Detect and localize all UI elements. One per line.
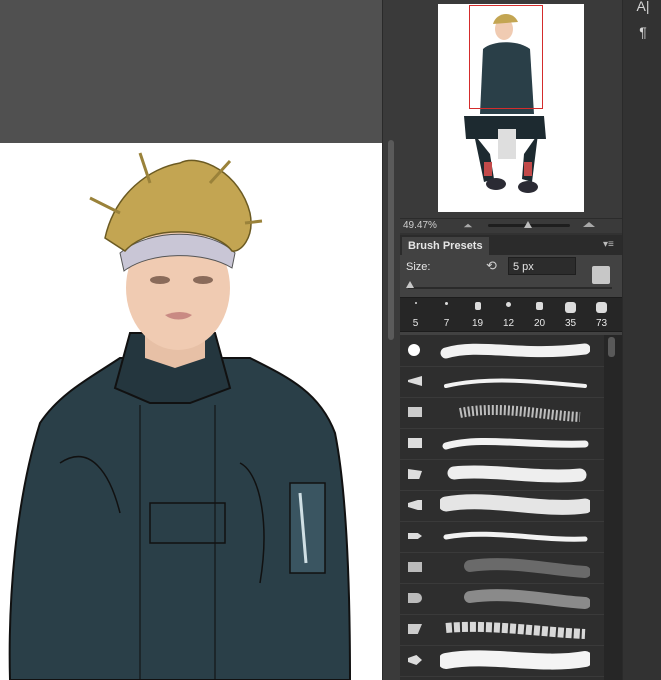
canvas-scrollbar[interactable] — [382, 0, 401, 680]
stroke-preview — [443, 531, 588, 542]
stroke-preview — [440, 650, 590, 670]
flat-brush-icon — [408, 438, 422, 448]
artwork-illustration — [8, 152, 352, 680]
dry-brush-icon — [408, 562, 422, 572]
size-input[interactable]: 5 px — [508, 257, 576, 275]
stroke-preview — [459, 404, 581, 422]
zoom-out-icon[interactable] — [463, 223, 473, 228]
brush-preset-row[interactable] — [400, 490, 604, 522]
navigator-view-frame[interactable] — [469, 5, 543, 109]
zoom-in-icon[interactable] — [583, 222, 595, 227]
paragraph-icon[interactable]: ¶ — [633, 22, 653, 42]
brush-preset-row[interactable] — [400, 366, 604, 398]
stroke-preview — [445, 621, 586, 639]
size-slider-knob[interactable] — [406, 281, 415, 288]
scrollbar-thumb[interactable] — [608, 337, 615, 357]
brush-preset-row[interactable] — [400, 459, 604, 491]
brush-thumb-73[interactable]: 73 — [586, 298, 617, 331]
brush-tip-thumbnails: 5 7 19 12 20 35 73 — [400, 297, 622, 332]
brush-thumb-5[interactable]: 5 — [400, 298, 431, 331]
stroke-preview — [440, 343, 590, 359]
right-panels: 49.47% Brush Presets ▾≡ Size: ⟲ 5 px 5 7… — [400, 0, 622, 680]
brush-size-label: 20 — [533, 318, 546, 329]
brush-preset-row[interactable] — [400, 583, 604, 615]
brush-thumb-7[interactable]: 7 — [431, 298, 462, 331]
stroke-preview — [464, 558, 590, 578]
chalk-brush-icon — [408, 624, 422, 634]
brush-preset-row[interactable] — [400, 428, 604, 460]
size-slider[interactable] — [408, 287, 612, 289]
navigator-panel — [400, 0, 622, 218]
pointed-brush-icon — [408, 533, 422, 539]
stroke-preview — [464, 589, 590, 609]
zoom-slider-knob[interactable] — [524, 221, 532, 228]
brush-preset-row[interactable] — [400, 521, 604, 553]
brush-stroke-list — [400, 335, 622, 680]
stroke-preview — [447, 465, 587, 483]
document-canvas[interactable] — [0, 143, 382, 680]
brush-preset-row[interactable] — [400, 397, 604, 429]
brush-size-label: 73 — [595, 318, 608, 329]
bristle-brush-icon — [408, 407, 422, 417]
brush-size-label: 7 — [443, 318, 450, 329]
brush-thumb-20[interactable]: 20 — [524, 298, 555, 331]
character-icon[interactable]: A| — [633, 0, 653, 16]
create-new-preset-button[interactable] — [592, 266, 610, 284]
stroke-preview — [444, 378, 587, 388]
brush-thumb-12[interactable]: 12 — [493, 298, 524, 331]
stroke-preview — [442, 437, 589, 450]
size-label: Size: — [406, 261, 431, 273]
fan-brush-icon — [408, 500, 422, 510]
brush-thumb-35[interactable]: 35 — [555, 298, 586, 331]
navigator-preview[interactable] — [438, 4, 584, 212]
angle-brush-icon — [408, 469, 422, 479]
panel-tool-strip: A| ¶ — [622, 0, 661, 680]
tab-brush-presets[interactable]: Brush Presets — [402, 237, 489, 255]
brush-size-label: 35 — [564, 318, 577, 329]
navigator-footer: 49.47% — [400, 218, 622, 233]
brush-thumb-19[interactable]: 19 — [462, 298, 493, 331]
brush-size-label: 5 — [412, 318, 419, 329]
canvas-area[interactable] — [0, 0, 382, 680]
stroke-preview — [440, 494, 590, 515]
brush-size-label: 12 — [502, 318, 515, 329]
mixer-brush-icon — [408, 655, 422, 665]
brush-preset-row[interactable] — [400, 335, 604, 367]
scrollbar-thumb[interactable] — [388, 140, 394, 340]
panel-menu-icon[interactable]: ▾≡ — [603, 239, 614, 250]
brush-preset-row[interactable] — [400, 645, 604, 677]
tapered-brush-icon — [408, 376, 422, 386]
round-brush-icon — [408, 344, 420, 356]
zoom-percentage[interactable]: 49.47% — [403, 219, 437, 233]
brush-presets-panel: Size: ⟲ 5 px 5 7 19 12 20 35 73 — [400, 255, 622, 680]
reset-size-icon[interactable]: ⟲ — [486, 259, 500, 273]
brush-presets-header: Brush Presets ▾≡ — [400, 235, 622, 255]
brush-preset-row[interactable] — [400, 552, 604, 584]
soft-brush-icon — [408, 593, 422, 603]
preset-list-scrollbar[interactable] — [604, 335, 622, 680]
brush-preset-row[interactable] — [400, 614, 604, 646]
brush-size-label: 19 — [471, 318, 484, 329]
